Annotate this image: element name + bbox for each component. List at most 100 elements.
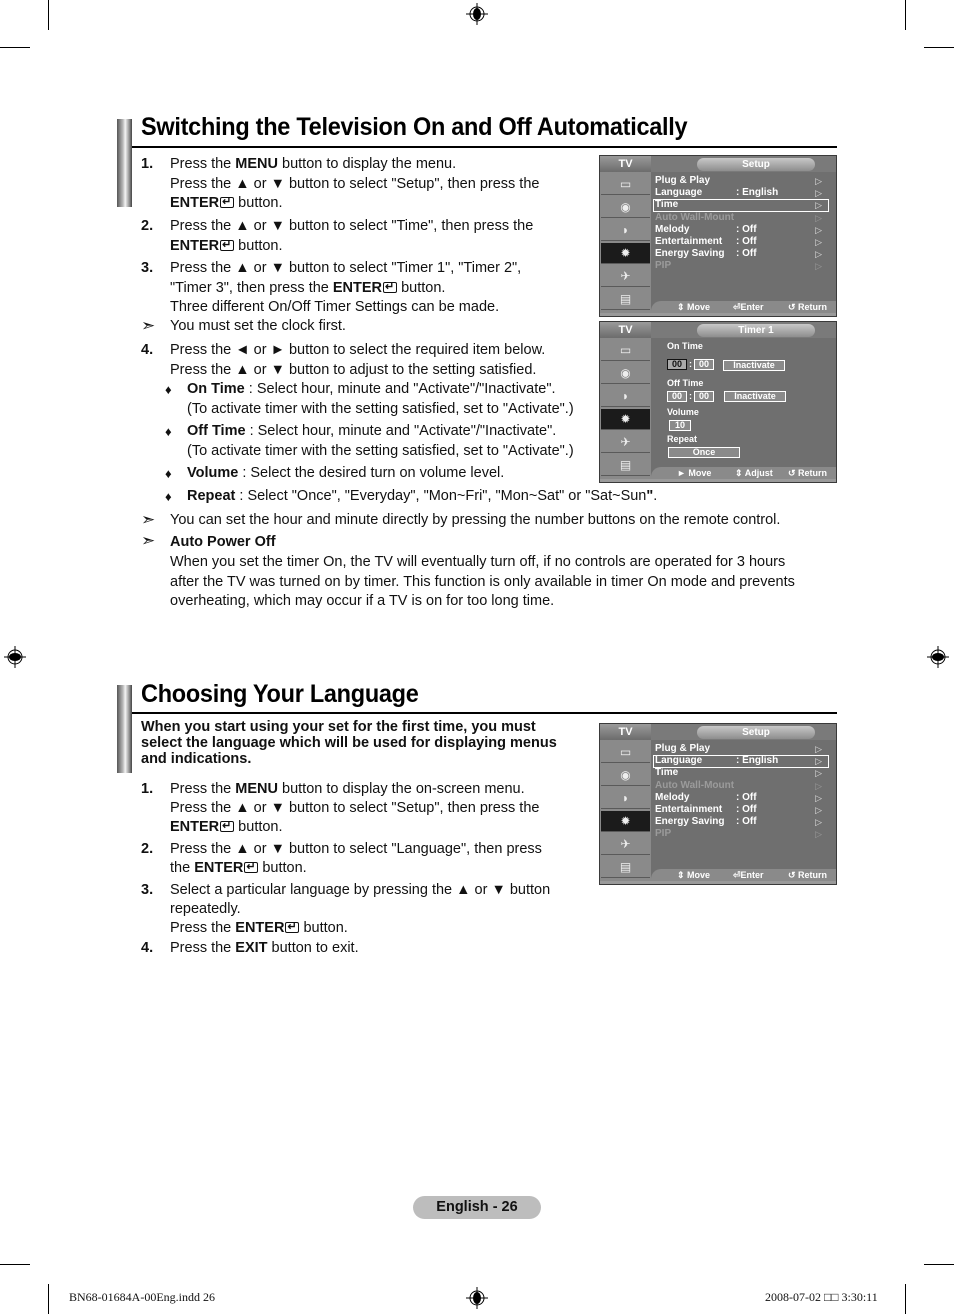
step-line: repeatedly. xyxy=(170,901,241,917)
bold-term: EXIT xyxy=(235,940,268,956)
step-line: Press the MENU button to display the men… xyxy=(170,156,457,172)
osd-menu-item[interactable]: Plug & Play xyxy=(655,175,710,187)
channel-icon[interactable]: ◗ xyxy=(601,386,650,407)
input-icon[interactable]: ✈ xyxy=(601,432,650,453)
crop-mark xyxy=(48,0,49,30)
chevron-right-icon: ▷ xyxy=(815,200,822,211)
osd-menu-item[interactable]: Language xyxy=(655,187,702,199)
step-number: 1. xyxy=(141,781,154,797)
on-time-state-field[interactable]: Inactivate xyxy=(723,360,785,371)
channel-icon[interactable]: ◗ xyxy=(601,788,650,809)
osd-menu-item: Auto Wall-Mount xyxy=(655,211,735,223)
osd-menu-item: Auto Wall-Mount xyxy=(655,779,735,791)
step-number: 4. xyxy=(141,940,154,956)
picture-icon[interactable]: ▭ xyxy=(601,742,650,763)
enter-icon xyxy=(220,193,235,213)
step-number: 4. xyxy=(141,342,154,358)
bold-term: Off Time xyxy=(187,423,246,439)
osd-bottom-strip xyxy=(600,881,836,884)
input-icon[interactable]: ✈ xyxy=(601,834,650,855)
note-arrow-icon: ➣ xyxy=(141,316,156,335)
chevron-right-icon: ▷ xyxy=(815,237,822,247)
osd-menu-value: : Off xyxy=(736,236,757,247)
repeat-field[interactable]: Once xyxy=(668,447,740,458)
note-number-buttons: You can set the hour and minute directly… xyxy=(170,512,781,528)
registration-mark-icon xyxy=(4,646,26,668)
crop-mark xyxy=(924,47,954,48)
chevron-right-icon: ▷ xyxy=(815,780,822,791)
bullet-line: Volume : Select the desired turn on volu… xyxy=(187,465,505,481)
osd-title-bar: Timer 1 xyxy=(651,322,836,338)
bullet-icon: ♦ xyxy=(165,424,172,439)
bold-term: Volume xyxy=(187,465,239,481)
sound-icon[interactable]: ◉ xyxy=(601,197,650,218)
language-intro-line: select the language which will be used f… xyxy=(141,735,557,751)
off-time-hour-field[interactable]: 00 xyxy=(667,391,687,402)
osd-menu-value: : Off xyxy=(736,816,757,828)
time-separator: : xyxy=(689,391,692,401)
page-number: English - 26 xyxy=(413,1196,541,1219)
osd-setup-time-screen: TV Setup ▭ ◉ ◗ ✹ ✈ ▤ ⇕ Move ⏎Enter ↺ Return Plug & … xyxy=(599,155,837,317)
section-bar xyxy=(117,119,132,207)
osd-menu-item[interactable]: Melody xyxy=(655,792,689,804)
time-separator: : xyxy=(689,359,692,369)
auto-power-off-text: after the TV was turned on by timer. Thi… xyxy=(170,573,795,590)
step-number: 1. xyxy=(141,156,154,172)
bullet-line: (To activate timer with the setting sati… xyxy=(187,400,574,417)
bold-term: ENTER xyxy=(332,279,383,296)
osd-menu-item[interactable]: Time xyxy=(655,199,678,211)
crop-mark xyxy=(48,1284,49,1314)
osd-menu-item[interactable]: Entertainment xyxy=(655,236,722,248)
sound-icon[interactable]: ◉ xyxy=(601,765,650,786)
osd-menu-item[interactable]: Melody xyxy=(655,224,689,236)
registration-mark-icon xyxy=(927,646,949,668)
section-title-language: Choosing Your Language xyxy=(141,680,419,708)
off-time-state-field[interactable]: Inactivate xyxy=(724,391,786,402)
chevron-right-icon: ▷ xyxy=(815,261,822,272)
note-clock: You must set the clock first. xyxy=(170,318,346,334)
crop-mark xyxy=(924,1264,954,1265)
setup-gear-icon[interactable]: ✹ xyxy=(601,243,650,264)
osd-tv-label: TV xyxy=(600,724,651,740)
osd-bottom-strip xyxy=(600,479,836,482)
print-slug-date: 2008-07-02 □□ 3:30:11 xyxy=(765,1290,878,1304)
osd-menu-item[interactable]: Entertainment xyxy=(655,804,722,816)
chevron-right-icon: ▷ xyxy=(815,829,822,840)
osd-menu-value: : Off xyxy=(736,804,757,815)
digital-icon[interactable]: ▤ xyxy=(601,289,650,310)
bold-term: ENTER xyxy=(235,920,285,936)
chevron-right-icon: ▷ xyxy=(815,792,822,803)
step-line: ENTER button. xyxy=(170,817,283,838)
chevron-right-icon: ▷ xyxy=(815,176,822,186)
digital-icon[interactable]: ▤ xyxy=(601,857,650,878)
bold-term: Repeat xyxy=(187,488,236,504)
auto-power-off-text: When you set the timer On, the TV will e… xyxy=(170,554,786,570)
off-time-minute-field[interactable]: 00 xyxy=(694,391,714,402)
digital-icon[interactable]: ▤ xyxy=(601,455,650,476)
osd-menu-item[interactable]: Energy Saving xyxy=(655,816,724,828)
step-line: Press the ▲ or ▼ button to adjust to the… xyxy=(170,361,537,378)
on-time-minute-field[interactable]: 00 xyxy=(694,359,714,370)
osd-menu-item[interactable]: Plug & Play xyxy=(655,743,710,755)
step-line: the ENTER button. xyxy=(170,858,307,879)
sound-icon[interactable]: ◉ xyxy=(601,363,650,384)
enter-icon xyxy=(220,236,235,255)
osd-menu-item[interactable]: Time xyxy=(655,767,678,779)
enter-icon xyxy=(383,278,398,297)
bullet-icon: ♦ xyxy=(165,382,172,397)
picture-icon[interactable]: ▭ xyxy=(601,174,650,195)
on-time-hour-field[interactable]: 00 xyxy=(667,359,687,370)
osd-highlight xyxy=(653,199,829,213)
step-line: Press the ◄ or ► button to select the re… xyxy=(170,342,546,358)
volume-field[interactable]: 10 xyxy=(669,420,691,431)
input-icon[interactable]: ✈ xyxy=(601,266,650,287)
channel-icon[interactable]: ◗ xyxy=(601,220,650,241)
setup-gear-icon[interactable]: ✹ xyxy=(601,811,650,832)
osd-menu-item[interactable]: Energy Saving xyxy=(655,248,724,260)
picture-icon[interactable]: ▭ xyxy=(601,340,650,361)
registration-mark-icon xyxy=(466,3,488,25)
osd-menu-item[interactable]: Language xyxy=(655,755,702,767)
setup-gear-icon[interactable]: ✹ xyxy=(601,409,650,430)
section-rule xyxy=(132,712,837,714)
crop-mark xyxy=(0,1264,30,1265)
